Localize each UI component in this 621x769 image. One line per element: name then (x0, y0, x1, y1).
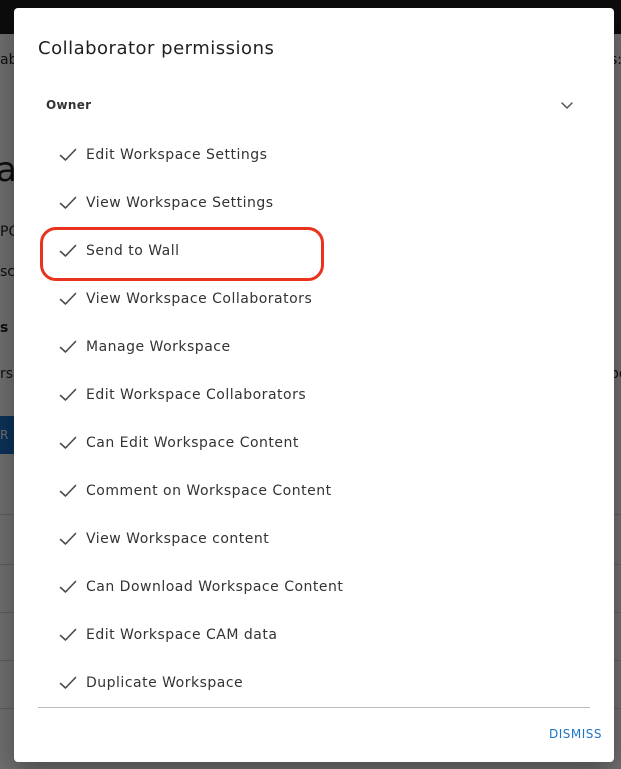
permission-label: View Workspace content (86, 531, 270, 547)
checkmark-icon (59, 676, 77, 689)
checkmark-icon (59, 196, 77, 209)
permission-list: Edit Workspace Settings View Workspace Se… (38, 132, 578, 708)
permission-label: Edit Workspace Settings (86, 147, 268, 163)
checkmark-icon (59, 484, 77, 497)
collaborator-permissions-dialog: Collaborator permissions Owner Edit Work… (14, 8, 614, 762)
checkmark-icon (59, 148, 77, 161)
permission-item: Edit Workspace CAM data (38, 612, 578, 660)
checkmark-icon (59, 532, 77, 545)
permission-item: Duplicate Workspace (38, 660, 578, 708)
permission-item: Can Download Workspace Content (38, 564, 578, 612)
permission-label: View Workspace Collaborators (86, 291, 313, 307)
chevron-down-icon (561, 102, 573, 109)
checkmark-icon (59, 340, 77, 353)
permission-label: Can Download Workspace Content (86, 579, 344, 595)
checkmark-icon (59, 580, 77, 593)
section-label: Owner (46, 98, 92, 112)
permission-label: View Workspace Settings (86, 195, 274, 211)
permission-label: Duplicate Workspace (86, 675, 244, 691)
footer-divider (38, 707, 590, 708)
permission-item: View Workspace content (38, 516, 578, 564)
permission-item: View Workspace Settings (38, 180, 578, 228)
dialog-title: Collaborator permissions (38, 38, 275, 59)
checkmark-icon (59, 244, 77, 257)
checkmark-icon (59, 628, 77, 641)
permission-item: Edit Workspace Collaborators (38, 372, 578, 420)
permission-item: View Workspace Collaborators (38, 276, 578, 324)
checkmark-icon (59, 436, 77, 449)
checkmark-icon (59, 292, 77, 305)
dismiss-button[interactable]: DISMISS (549, 727, 602, 741)
permission-label: Can Edit Workspace Content (86, 435, 299, 451)
permission-item: Can Edit Workspace Content (38, 420, 578, 468)
permission-label: Edit Workspace CAM data (86, 627, 278, 643)
permission-item: Send to Wall (38, 228, 578, 276)
owner-section-toggle[interactable]: Owner (38, 92, 578, 120)
permission-label: Send to Wall (86, 243, 180, 259)
permission-label: Edit Workspace Collaborators (86, 387, 307, 403)
checkmark-icon (59, 388, 77, 401)
permission-label: Comment on Workspace Content (86, 483, 332, 499)
permission-item: Edit Workspace Settings (38, 132, 578, 180)
permission-label: Manage Workspace (86, 339, 231, 355)
permission-item: Manage Workspace (38, 324, 578, 372)
permission-item: Comment on Workspace Content (38, 468, 578, 516)
